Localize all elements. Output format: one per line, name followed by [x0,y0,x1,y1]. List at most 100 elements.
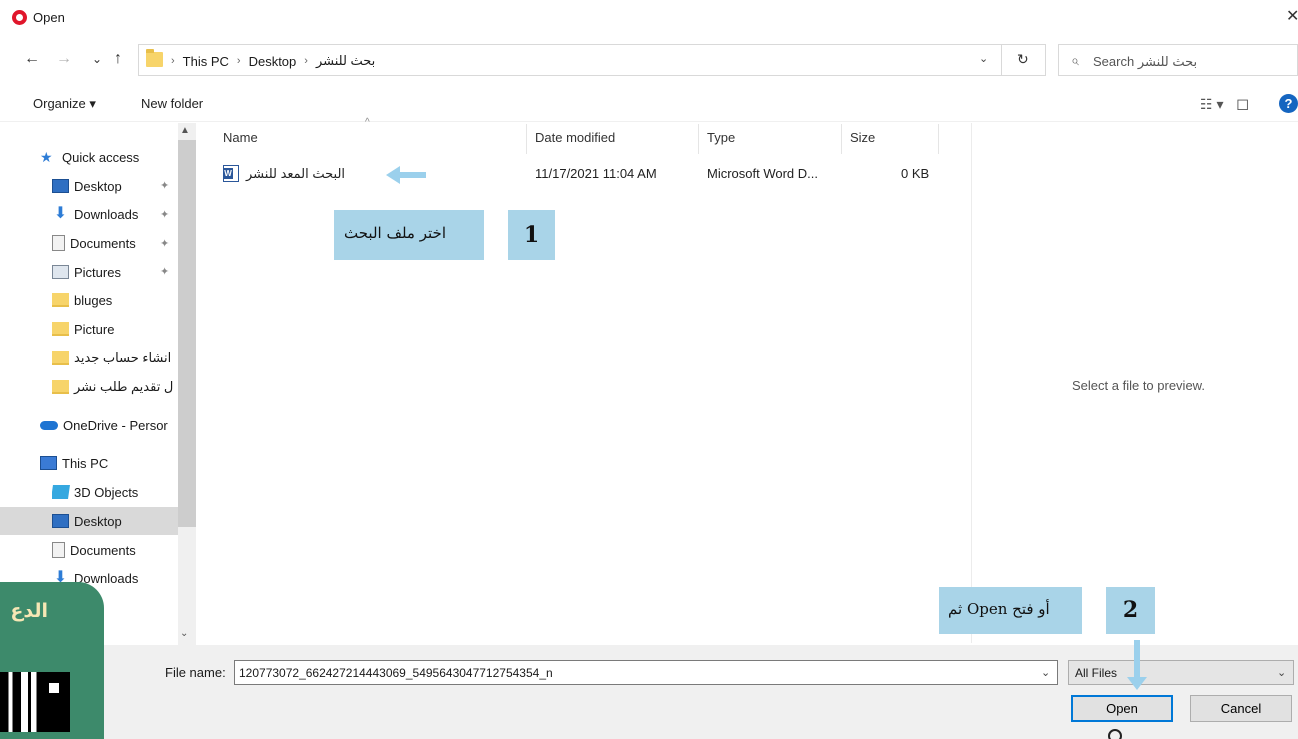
annotation-arrow-down-icon [1127,640,1147,690]
divider [1001,45,1002,75]
column-header-size[interactable]: Size [850,130,875,145]
cancel-button[interactable]: Cancel [1190,695,1292,722]
opera-logo-icon [12,10,27,25]
breadcrumb-desktop[interactable]: Desktop [249,54,297,69]
sidebar-item-label: Downloads [74,206,139,222]
pin-icon: ✦ [160,238,170,250]
sidebar-item-label: bluges [74,292,113,308]
downloads-icon: ⬇ [53,205,68,222]
mouse-cursor-icon [1108,729,1122,739]
sidebar-item-label: Desktop [74,513,122,529]
column-header-date-modified[interactable]: Date modified [535,130,615,145]
change-view-icon[interactable]: ☷ ▾ [1200,96,1223,113]
scroll-up-arrow-icon[interactable]: ▲ [180,125,190,136]
breadcrumb-separator-icon: › [171,55,175,67]
qr-code-icon [0,672,70,732]
pictures-icon [52,265,69,279]
sidebar-item-onedrive[interactable]: OneDrive - Persor [40,411,178,439]
navigation-bar: ← → ⌄ ↑ › This PC › Desktop › بحث للنشر … [0,42,1298,78]
sidebar-item-picture[interactable]: Picture [52,315,178,343]
pin-icon: ✦ [160,266,170,278]
sidebar-item-label: Desktop [74,178,122,194]
column-divider[interactable] [938,124,939,154]
sidebar-item-desktop[interactable]: Desktop [0,507,178,535]
sidebar-item-folder-new-account[interactable]: انشاء حساب جديد [52,344,178,372]
desktop-icon [52,514,69,528]
folder-icon [52,351,69,365]
column-divider[interactable] [698,124,699,154]
file-size: 0 KB [901,166,930,181]
sidebar-item-label: Documents [70,235,136,251]
file-name-label: File name: [165,665,226,680]
file-date-modified: 11/17/2021 11:04 AM [535,166,657,181]
sidebar-item-3d-objects[interactable]: 3D Objects [52,478,178,506]
sidebar-item-label: 3D Objects [74,484,139,500]
column-divider[interactable] [841,124,842,154]
search-placeholder: Search بحث للنشر [1093,54,1198,69]
refresh-icon[interactable]: ↻ [1017,51,1029,68]
documents-icon [52,235,65,251]
sidebar-item-documents[interactable]: Documents [52,536,178,564]
breadcrumb-current-folder[interactable]: بحث للنشر [316,53,375,69]
documents-icon [52,542,65,558]
address-bar[interactable]: › This PC › Desktop › بحث للنشر ⌄ ↻ [138,44,1046,76]
file-name-value: 120773072_662427214443069_54956430477127… [239,666,553,680]
annotation-step2-text: ثم Open أو فتح [948,600,1050,618]
sidebar-item-label: Pictures [74,264,121,280]
sidebar-item-downloads-pinned[interactable]: ⬇ Downloads [52,200,160,228]
new-folder-button[interactable]: New folder [141,96,203,111]
sidebar-item-bluges[interactable]: bluges [52,286,178,314]
preview-pane-icon[interactable]: ◻ [1236,94,1249,114]
desktop-icon [52,179,69,193]
computer-icon [40,456,57,470]
preview-message: Select a file to preview. [1072,378,1205,393]
back-arrow-icon[interactable]: ← [24,50,40,68]
column-divider[interactable] [526,124,527,154]
annotation-step1-box: اختر ملف البحث [334,210,484,260]
sidebar-item-label: انشاء حساب جديد [74,350,172,365]
star-icon: ★ [40,149,53,165]
word-document-icon [223,165,239,182]
scroll-down-arrow-icon[interactable]: ⌄ [180,628,188,639]
search-icon: ⌕ [1071,52,1079,68]
file-type-filter-select[interactable]: All Files ⌄ [1068,660,1294,685]
breadcrumb-this-pc[interactable]: This PC [183,54,229,69]
file-name-field[interactable]: 120773072_662427214443069_54956430477127… [234,660,1058,685]
column-header-name[interactable]: Name [223,130,258,145]
sidebar-scrollbar-thumb[interactable] [178,140,196,527]
file-type-filter-value: All Files [1075,666,1118,680]
sidebar-item-label: Quick access [62,149,140,165]
open-button[interactable]: Open [1071,695,1173,722]
up-arrow-icon[interactable]: ↑ [114,50,122,68]
promo-text: الدع [10,600,48,622]
help-icon[interactable]: ? [1279,94,1298,113]
folder-icon [52,380,69,394]
sidebar-item-folder-publish-request[interactable]: ل تقديم طلب نشر [52,373,178,401]
breadcrumb-separator-icon: › [304,55,308,67]
command-bar: Organize ▾ New folder ☷ ▾ ◻ ? [0,88,1298,122]
close-icon[interactable]: ✕ [1286,6,1298,26]
folder-icon [146,49,163,67]
sidebar-item-documents-pinned[interactable]: Documents [52,229,160,257]
annotation-step1-number: 1 [508,210,555,260]
search-input[interactable]: ⌕ Search بحث للنشر [1058,44,1298,76]
sidebar-item-this-pc[interactable]: This PC [40,449,178,477]
preview-pane-divider[interactable] [971,123,972,643]
address-dropdown-icon[interactable]: ⌄ [979,52,988,65]
sidebar-item-pictures-pinned[interactable]: Pictures [52,258,160,286]
title-bar: Open ✕ [0,0,1298,36]
filter-dropdown-icon[interactable]: ⌄ [1277,666,1286,679]
sidebar-item-label: OneDrive - Persor [63,417,168,433]
annotation-step1-text: اختر ملف البحث [344,224,446,242]
column-header-type[interactable]: Type [707,130,735,145]
promo-overlay: الدع [0,582,104,739]
organize-menu[interactable]: Organize ▾ [33,96,96,112]
sidebar-item-quick-access[interactable]: ★ Quick access [40,143,196,171]
forward-arrow-icon[interactable]: → [56,50,72,68]
file-name[interactable]: البحث المعد للنشر [246,166,345,182]
file-name-dropdown-icon[interactable]: ⌄ [1041,666,1050,679]
sidebar-item-label: ل تقديم طلب نشر [74,379,174,394]
recent-locations-chevron-icon[interactable]: ⌄ [92,50,102,68]
onedrive-cloud-icon [40,420,58,430]
window-title: Open [33,10,65,25]
